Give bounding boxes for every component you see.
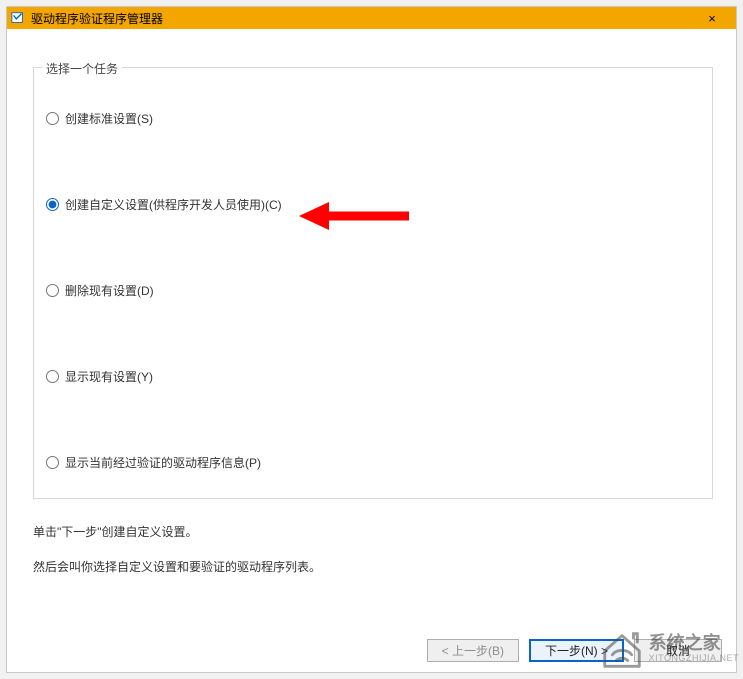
window-close-button[interactable]: × (692, 7, 732, 29)
radio-show-existing[interactable]: 显示现有设置(Y) (46, 368, 153, 385)
dialog-window: 驱动程序验证程序管理器 × 选择一个任务 创建标准设置(S) 创建自定义设置(供… (6, 6, 737, 673)
radio-create-custom[interactable]: 创建自定义设置(供程序开发人员使用)(C) (46, 196, 282, 213)
radio-input[interactable] (46, 456, 59, 469)
radio-delete-existing[interactable]: 删除现有设置(D) (46, 282, 154, 299)
task-groupbox: 选择一个任务 创建标准设置(S) 创建自定义设置(供程序开发人员使用)(C) 删… (33, 67, 713, 499)
hint-text: 单击"下一步"创建自定义设置。 然后会叫你选择自定义设置和要验证的驱动程序列表。 (33, 523, 321, 593)
window-title: 驱动程序验证程序管理器 (31, 10, 692, 27)
hint-line-1: 单击"下一步"创建自定义设置。 (33, 523, 321, 540)
titlebar: 驱动程序验证程序管理器 × (7, 7, 736, 29)
radio-label: 删除现有设置(D) (65, 282, 154, 299)
radio-label: 显示当前经过验证的驱动程序信息(P) (65, 454, 261, 471)
groupbox-legend: 选择一个任务 (42, 60, 122, 77)
radio-show-verified-info[interactable]: 显示当前经过验证的驱动程序信息(P) (46, 454, 261, 471)
cancel-button[interactable]: 取消 (634, 639, 722, 662)
radio-input[interactable] (46, 370, 59, 383)
wizard-button-bar: < 上一步(B) 下一步(N) > 取消 (427, 639, 722, 662)
radio-create-standard[interactable]: 创建标准设置(S) (46, 110, 153, 127)
radio-input[interactable] (46, 284, 59, 297)
hint-line-2: 然后会叫你选择自定义设置和要验证的驱动程序列表。 (33, 558, 321, 575)
client-area: 选择一个任务 创建标准设置(S) 创建自定义设置(供程序开发人员使用)(C) 删… (7, 29, 736, 672)
radio-label: 创建自定义设置(供程序开发人员使用)(C) (65, 196, 282, 213)
radio-input[interactable] (46, 198, 59, 211)
back-button: < 上一步(B) (427, 639, 519, 662)
radio-input[interactable] (46, 112, 59, 125)
radio-label: 创建标准设置(S) (65, 110, 153, 127)
app-icon (11, 11, 25, 25)
next-button[interactable]: 下一步(N) > (529, 639, 624, 662)
radio-label: 显示现有设置(Y) (65, 368, 153, 385)
